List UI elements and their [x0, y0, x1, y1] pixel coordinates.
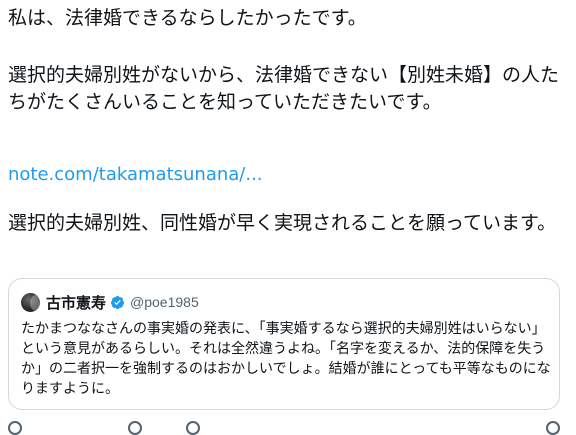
tweet-text-line2: 選択的夫婦別姓がないから、法律婚できない【別姓未婚】の人たちがたくさんいることを…	[8, 64, 560, 113]
quoted-tweet-body: たかまつななさんの事実婚の発表に、「事実婚するなら選択的夫婦別姓はいらない」とい…	[21, 321, 551, 397]
note-link[interactable]: note.com/takamatsunana/...	[8, 164, 263, 185]
quoted-author-handle[interactable]: @poe1985	[130, 294, 199, 310]
tweet-actions-bar	[8, 421, 564, 435]
retweet-icon[interactable]	[128, 421, 142, 435]
quoted-author-name[interactable]: 古市憲寿	[46, 292, 106, 313]
verified-badge-icon	[110, 295, 125, 309]
like-icon[interactable]	[186, 421, 200, 435]
quoted-tweet-header: 古市憲寿 @poe1985	[21, 292, 199, 312]
tweet-text-line3: 選択的夫婦別姓、同性婚が早く実現されることを願っています。	[8, 212, 557, 234]
avatar[interactable]	[21, 292, 40, 312]
share-icon[interactable]	[546, 421, 560, 435]
quoted-tweet[interactable]: 古市憲寿 @poe1985 たかまつななさんの事実婚の発表に、「事実婚するなら選…	[8, 278, 560, 410]
tweet-text-line1: 私は、法律婚できるならしたかったです。	[8, 7, 367, 29]
reply-icon[interactable]	[8, 421, 22, 435]
